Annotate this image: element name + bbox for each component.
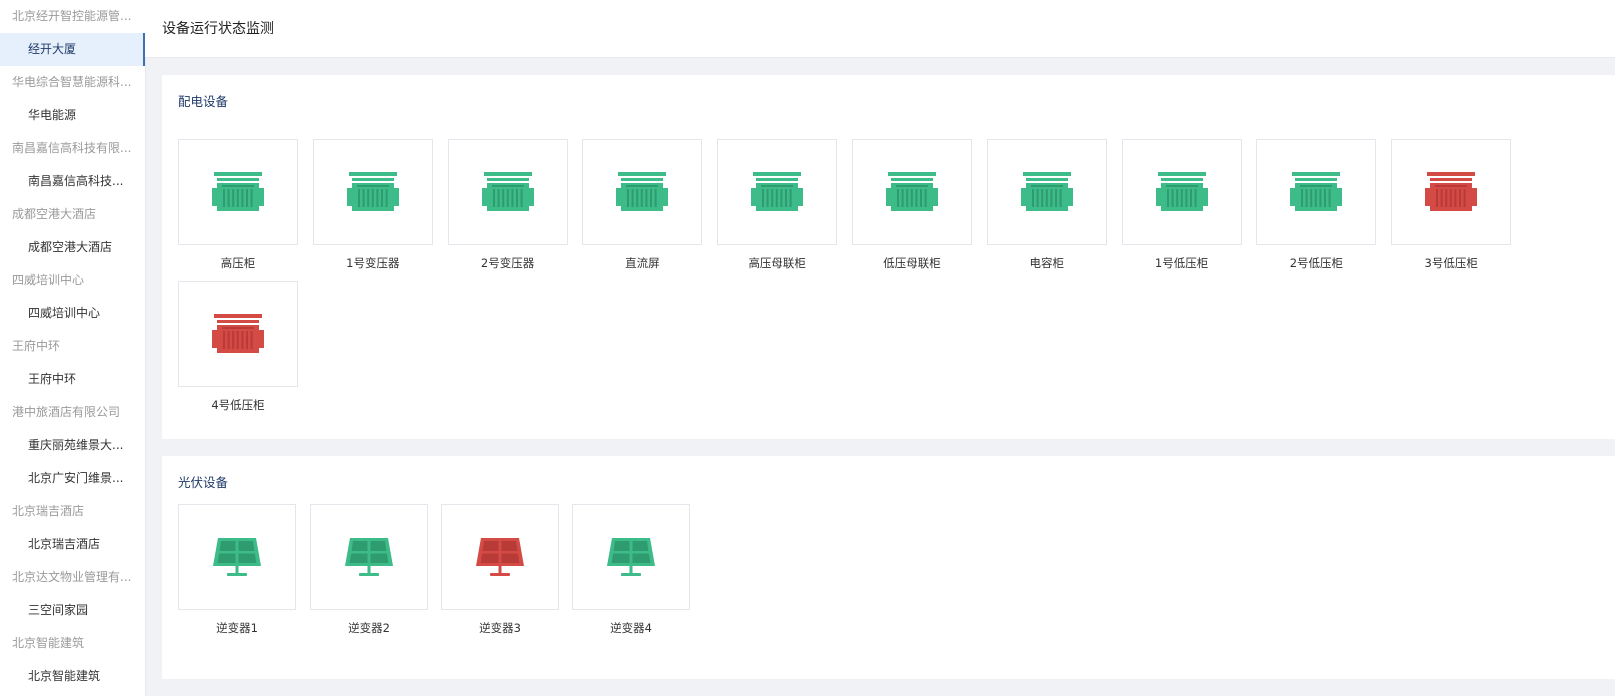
device-card[interactable]: 逆变器1 — [178, 504, 296, 636]
device-label: 直流屏 — [625, 256, 660, 270]
device-label: 3号低压柜 — [1424, 256, 1478, 270]
main-content: 设备运行状态监测 配电设备 高压柜 1号变压器 2号变压器 直流屏 高压母联柜 低压母联柜… — [145, 0, 1615, 696]
sidebar-item[interactable]: 经开大厦 — [0, 33, 145, 66]
device-label: 1号低压柜 — [1154, 256, 1209, 270]
topbar: 设备运行状态监测 — [145, 0, 1615, 58]
device-label: 4号低压柜 — [211, 398, 265, 412]
device-icon-box[interactable] — [1121, 139, 1242, 245]
device-label: 2号低压柜 — [1289, 256, 1344, 270]
sidebar-tree[interactable]: 北京经开智控能源管... 经开大厦 华电综合智慧能源科... 华电能源 南昌嘉信高科技有… — [0, 0, 146, 696]
device-icon-box[interactable] — [1256, 139, 1377, 245]
device-card[interactable]: 逆变器4 — [572, 504, 690, 636]
device-label: 高压柜 — [220, 256, 256, 270]
sidebar-group-title[interactable]: 华电综合智慧能源科... — [0, 66, 145, 99]
device-card[interactable]: 4号低压柜 — [178, 281, 298, 413]
device-label: 高压母联柜 — [748, 256, 806, 270]
device-card[interactable]: 直流屏 — [582, 139, 703, 271]
sidebar-group-title[interactable]: 北京智能建筑 — [0, 627, 145, 660]
device-label: 1号变压器 — [346, 256, 400, 270]
sidebar-item[interactable]: 北京智能建筑 — [0, 660, 145, 693]
sidebar-group-title[interactable]: 成都空港大酒店 — [0, 198, 145, 231]
sidebar-group-title[interactable]: 南昌嘉信高科技有限... — [0, 132, 145, 165]
cabinet-icon — [886, 172, 938, 211]
sidebar-group-title[interactable]: 港中旅酒店有限公司 — [0, 396, 145, 429]
device-card[interactable]: 高压柜 — [178, 139, 298, 271]
section-title-power: 配电设备 — [178, 94, 229, 109]
device-card[interactable]: 2号变压器 — [447, 139, 568, 271]
sidebar-item[interactable]: 成都空港大酒店 — [0, 231, 145, 264]
device-label: 电容柜 — [1029, 256, 1065, 270]
device-icon-box[interactable] — [852, 139, 972, 245]
device-card[interactable]: 电容柜 — [986, 139, 1107, 271]
device-label: 低压母联柜 — [883, 256, 941, 270]
device-label: 逆变器4 — [610, 621, 652, 635]
sidebar-item[interactable]: 四威培训中心 — [0, 297, 145, 330]
sidebar-group-title[interactable]: 四威培训中心 — [0, 264, 145, 297]
sidebar-item[interactable]: 北京广安门维景... — [0, 462, 145, 495]
sidebar-item[interactable]: 王府中环 — [0, 363, 145, 396]
device-icon-box[interactable] — [447, 139, 568, 245]
power-equipment-panel: 配电设备 高压柜 1号变压器 2号变压器 直流屏 高压母联柜 低压母联柜 电容柜 1号低压柜 2… — [162, 75, 1615, 439]
sidebar-item[interactable]: 华电能源 — [0, 99, 145, 132]
device-card[interactable]: 高压母联柜 — [717, 139, 838, 271]
device-card[interactable]: 2号低压柜 — [1256, 139, 1377, 271]
device-icon-box[interactable] — [1391, 139, 1512, 245]
device-card[interactable]: 逆变器2 — [310, 504, 428, 636]
device-card[interactable]: 3号低压柜 — [1391, 139, 1512, 271]
device-icon-box[interactable] — [310, 504, 428, 610]
device-icon-box[interactable] — [441, 504, 559, 610]
device-card[interactable]: 1号变压器 — [312, 139, 433, 271]
page-title: 设备运行状态监测 — [162, 21, 274, 37]
cabinet-icon — [751, 172, 804, 211]
device-icon-box[interactable] — [572, 504, 690, 610]
solar-panel-icon — [345, 538, 393, 576]
device-icon-box[interactable] — [178, 504, 296, 610]
sidebar-group-title[interactable]: 北京瑞吉酒店 — [0, 495, 145, 528]
cabinet-icon — [1290, 172, 1343, 211]
sidebar-group-title[interactable]: 王府中环 — [0, 330, 145, 363]
device-icon-box[interactable] — [178, 139, 298, 245]
solar-panel-icon — [213, 538, 261, 576]
device-label: 逆变器1 — [216, 621, 258, 635]
solar-panel-icon — [607, 538, 655, 576]
cabinet-icon — [346, 172, 399, 211]
device-label: 逆变器3 — [479, 621, 521, 635]
device-icon-box[interactable] — [717, 139, 838, 245]
device-icon-box[interactable] — [986, 139, 1107, 245]
device-card[interactable]: 1号低压柜 — [1121, 139, 1242, 271]
cabinet-icon — [212, 314, 264, 353]
device-icon-box[interactable] — [582, 139, 703, 245]
device-icon-box[interactable] — [178, 281, 298, 387]
device-label: 逆变器2 — [348, 621, 390, 635]
sidebar-group-title[interactable]: 北京经开智控能源管... — [0, 0, 145, 33]
sidebar-item[interactable]: 重庆丽苑维景大... — [0, 429, 145, 462]
cabinet-icon — [616, 172, 669, 211]
device-icon-box[interactable] — [312, 139, 433, 245]
cabinet-icon — [1020, 172, 1073, 211]
sidebar-item[interactable]: 北京瑞吉酒店 — [0, 528, 145, 561]
cabinet-icon — [481, 172, 534, 211]
cabinet-icon — [212, 172, 264, 211]
sidebar-item[interactable]: 南昌嘉信高科技... — [0, 165, 145, 198]
device-card[interactable]: 低压母联柜 — [852, 139, 972, 271]
app-root: 北京经开智控能源管... 经开大厦 华电综合智慧能源科... 华电能源 南昌嘉信高科技有… — [0, 0, 1615, 696]
section-title-pv: 光伏设备 — [178, 475, 229, 490]
cabinet-icon — [1155, 172, 1208, 211]
pv-equipment-panel: 光伏设备 逆变器1 逆变器2 逆变器3 逆变器4 — [162, 456, 1615, 679]
sidebar-item[interactable]: 三空间家园 — [0, 594, 145, 627]
cabinet-icon — [1425, 172, 1478, 211]
device-label: 2号变压器 — [480, 256, 535, 270]
solar-panel-icon — [476, 538, 524, 576]
sidebar-group-title[interactable]: 北京达文物业管理有... — [0, 561, 145, 594]
device-card[interactable]: 逆变器3 — [441, 504, 559, 636]
